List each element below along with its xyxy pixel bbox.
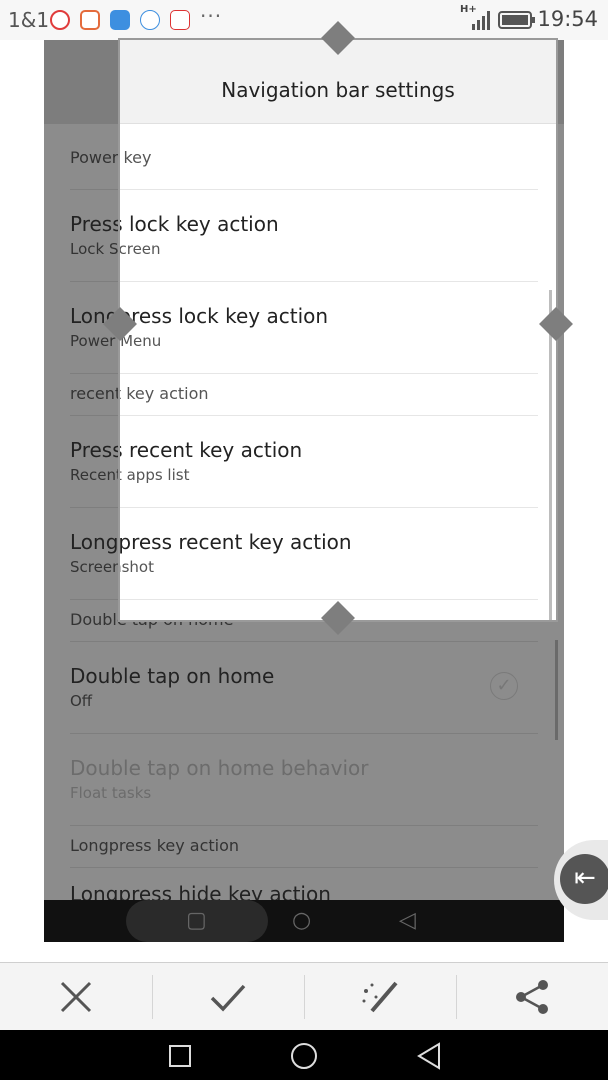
magic-wand-icon xyxy=(362,981,398,1013)
edit-toolbar xyxy=(0,962,608,1030)
notification-icon-app xyxy=(80,10,100,30)
clock: 19:54 xyxy=(537,7,598,31)
list-item: recent key action xyxy=(120,374,538,416)
triangle-icon: ◁ xyxy=(399,908,416,933)
page-title: Navigation bar settings xyxy=(221,78,455,102)
notification-icon-news xyxy=(170,10,190,30)
more-notifications-icon: ··· xyxy=(200,4,223,28)
system-navigation-bar xyxy=(0,1030,608,1080)
back-button[interactable] xyxy=(416,1042,442,1070)
back-arrow-icon: ⇤ xyxy=(560,854,608,904)
status-bar: 1&1 ··· H+ 19:54 xyxy=(0,0,608,40)
circle-icon: ○ xyxy=(292,908,312,933)
list-item: Longpress lock key action Power Menu xyxy=(120,282,538,374)
share-button[interactable] xyxy=(456,963,608,1031)
crop-scrollbar xyxy=(549,290,552,620)
list-item: Double tap on home behavior Float tasks xyxy=(70,734,538,826)
square-icon: ▢ xyxy=(186,908,207,933)
list-item: Longpress key action xyxy=(70,826,538,868)
checkbox-icon: ✓ xyxy=(490,672,518,700)
cancel-button[interactable] xyxy=(0,963,152,1031)
list-item: Power key xyxy=(120,148,538,190)
signal-icon xyxy=(472,11,490,30)
check-icon xyxy=(210,984,246,1012)
confirm-button[interactable] xyxy=(152,963,304,1031)
crop-canvas[interactable]: Power key Press lock key action Lock Scr… xyxy=(0,21,608,962)
background-navbar: ▢ ○ ◁ xyxy=(44,900,564,942)
home-button[interactable] xyxy=(290,1042,318,1070)
share-icon xyxy=(516,980,548,1014)
notification-icon-s xyxy=(50,10,70,30)
list-item: Double tap on home Off ✓ xyxy=(70,642,538,734)
list-item: Press lock key action Lock Screen xyxy=(120,190,538,282)
battery-icon xyxy=(498,11,535,29)
recents-button[interactable] xyxy=(168,1044,192,1068)
close-icon xyxy=(60,981,92,1013)
carrier-label: 1&1 xyxy=(8,8,50,32)
list-item: Press recent key action Recent apps list xyxy=(120,416,538,508)
notification-icon-heart xyxy=(110,10,130,30)
list-item: Longpress recent key action Screenshot xyxy=(120,508,538,600)
background-scrollbar xyxy=(555,640,558,740)
crop-selection[interactable]: Navigation bar settings Power key Press … xyxy=(118,38,558,622)
magic-wand-button[interactable] xyxy=(304,963,456,1031)
notification-icon-ifly xyxy=(140,10,160,30)
